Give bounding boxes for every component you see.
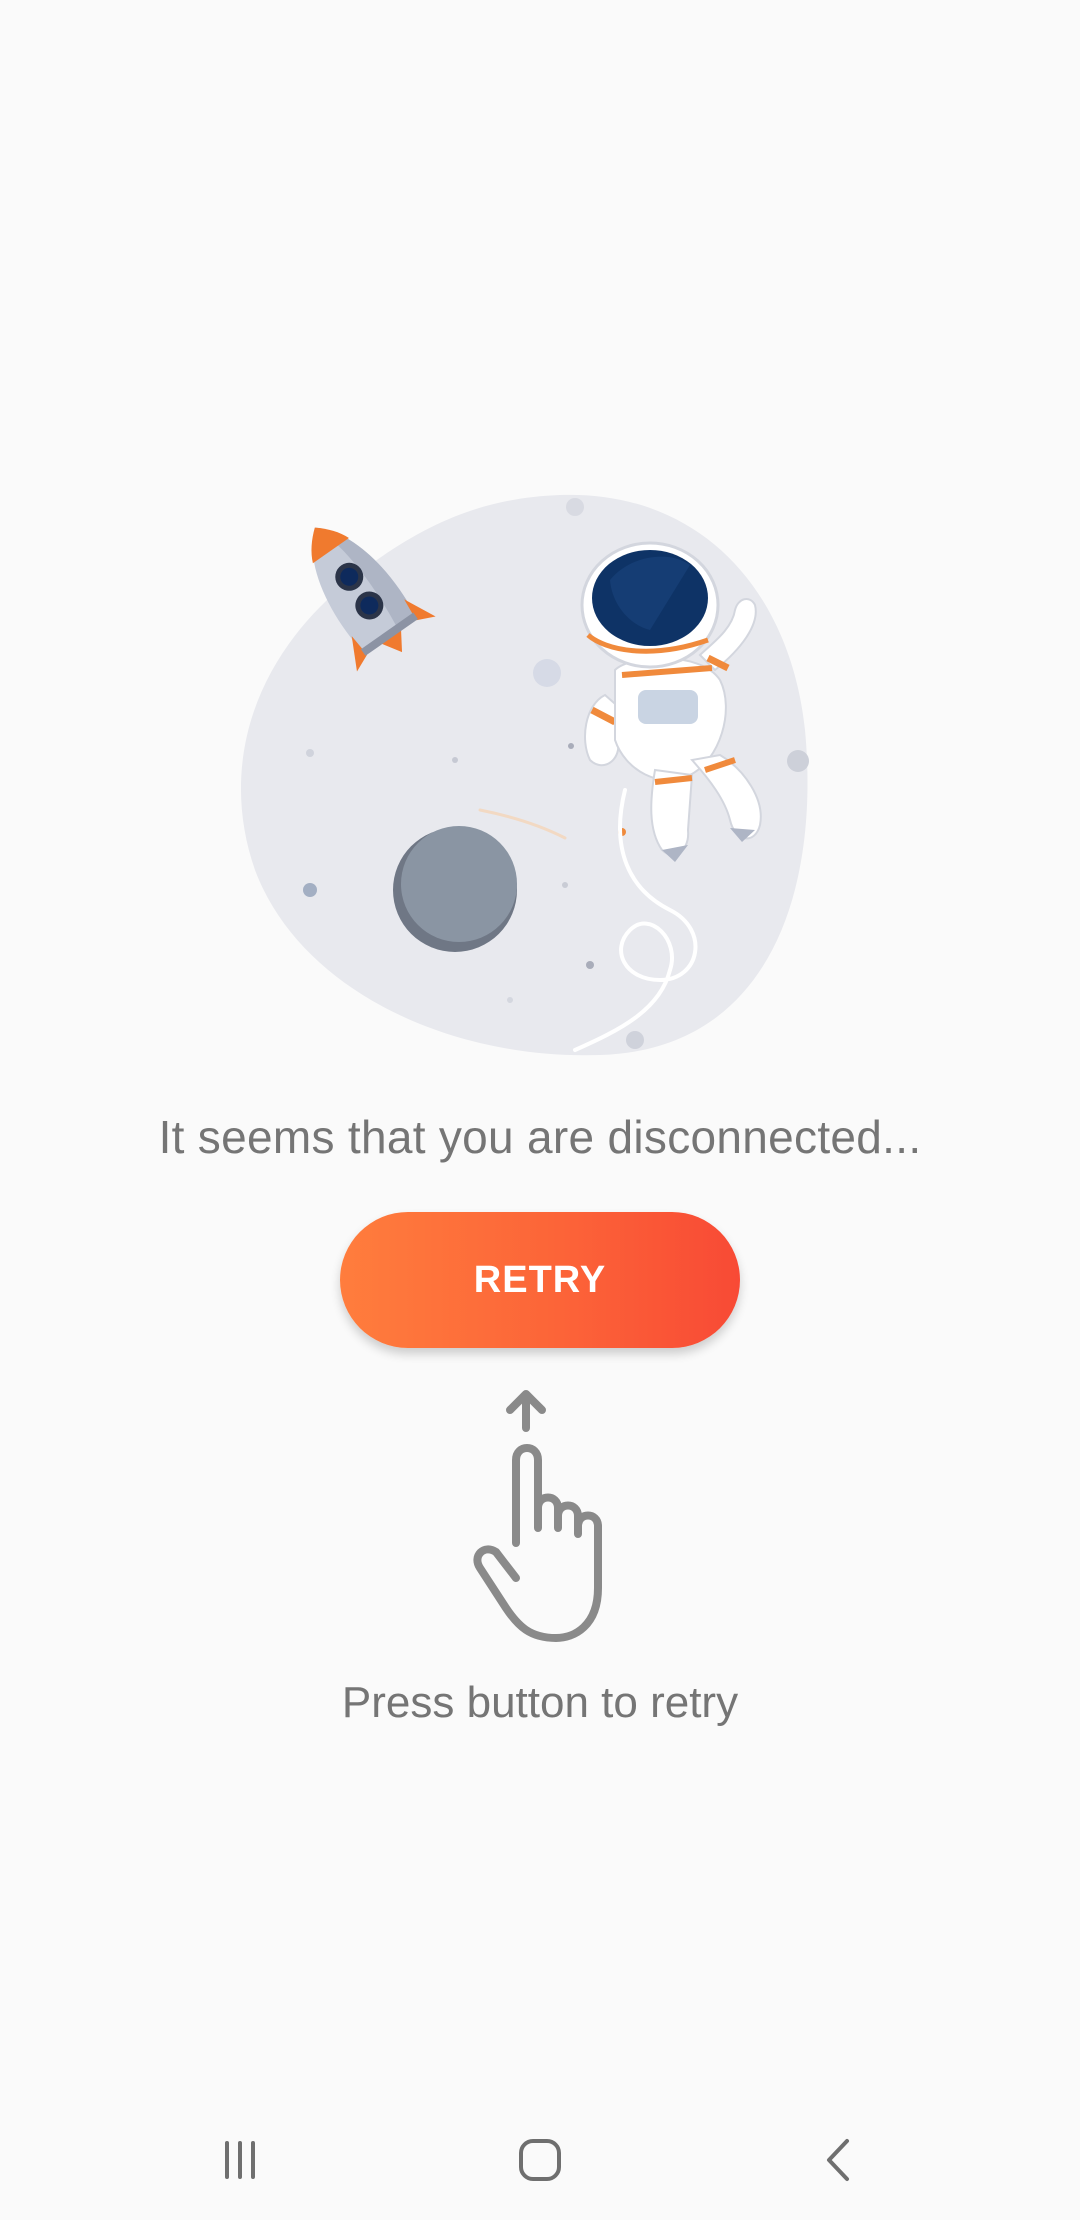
back-button[interactable] (770, 2100, 910, 2220)
recents-button[interactable] (170, 2100, 310, 2220)
home-icon (519, 2139, 561, 2181)
back-icon (827, 2139, 849, 2181)
arrow-up-icon (506, 1390, 546, 1432)
navigation-bar (0, 2100, 1080, 2220)
hand-pointer-icon (473, 1444, 602, 1642)
space-illustration (240, 494, 809, 1056)
retry-button[interactable]: RETRY (340, 1212, 740, 1348)
home-button[interactable] (470, 2100, 610, 2220)
hint-text: Press button to retry (341, 1678, 739, 1727)
offline-screen: It seems that you are disconnected... RE… (0, 0, 1080, 2220)
recents-icon (225, 2141, 255, 2179)
hint-graphic (473, 1390, 602, 1642)
disconnected-message: It seems that you are disconnected... (158, 1111, 922, 1163)
